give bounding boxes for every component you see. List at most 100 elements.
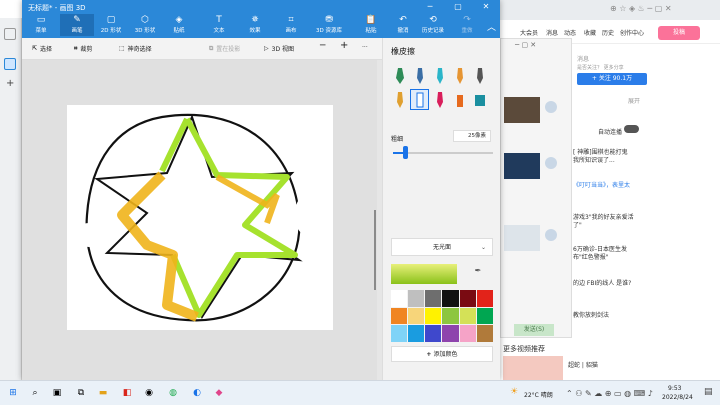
eyedropper-icon[interactable]: ✒	[471, 266, 485, 280]
ribbon-shape2d-button[interactable]: ▢ 2D 形状	[94, 14, 128, 36]
palette-swatch[interactable]	[408, 290, 425, 307]
ribbon-sticker-button[interactable]: ◈ 贴纸	[162, 14, 196, 36]
view-3d-button[interactable]: ▷ 3D 视图	[264, 44, 294, 53]
zoom-in-button[interactable]: +	[340, 40, 348, 51]
ribbon-canvas-button[interactable]: ⌗ 画布	[274, 14, 308, 36]
autoplay-toggle[interactable]	[624, 125, 639, 133]
palette-swatch[interactable]	[391, 290, 408, 307]
nav-favorites[interactable]: 收藏	[584, 28, 596, 37]
magic-select-button[interactable]: ⬚ 神奇选择	[119, 44, 152, 53]
palette-swatch[interactable]	[408, 307, 425, 325]
ribbon-history-button[interactable]: ⟲ 历史记录	[416, 14, 450, 36]
ribbon-paste-button[interactable]: 📋 粘贴	[354, 14, 388, 36]
palette-swatch[interactable]	[408, 325, 425, 342]
browser-tab-icons[interactable]: ⊕ ☆ ◈ ♨ ─ ▢ ✕	[610, 4, 672, 13]
chat-window-controls[interactable]: ─ ▢ ✕	[515, 41, 536, 49]
scroll-thumb[interactable]	[374, 210, 376, 290]
palette-swatch[interactable]	[442, 290, 459, 307]
palette-swatch[interactable]	[476, 325, 493, 342]
palette-swatch[interactable]	[425, 307, 442, 325]
pixel-pen-brush[interactable]	[471, 66, 488, 85]
palette-swatch[interactable]	[476, 307, 493, 325]
eraser-brush[interactable]	[410, 89, 429, 110]
add-tab-icon[interactable]: +	[6, 78, 14, 89]
palette-swatch[interactable]	[425, 325, 442, 342]
rec-item-7[interactable]: 超蛇 | 貂猫	[568, 360, 598, 369]
pencil-brush[interactable]	[391, 90, 408, 109]
nav-history[interactable]: 历史	[602, 28, 614, 37]
thickness-slider-thumb[interactable]	[403, 146, 408, 159]
clock-time[interactable]: 9:53	[668, 385, 681, 392]
nav-vip[interactable]: 大会员	[520, 28, 538, 37]
palette-swatch[interactable]	[442, 307, 459, 325]
drawing-canvas[interactable]	[67, 105, 333, 330]
thickness-value[interactable]: 25像素	[453, 130, 491, 142]
tray-icons[interactable]: ⌃ ⚇ ✎ ☁ ⊕ ▭ ◍ ⌨ ♪	[566, 389, 653, 398]
clock-date[interactable]: 2022/8/24	[662, 394, 693, 401]
marker-brush[interactable]	[391, 66, 408, 85]
oil-brush[interactable]	[431, 66, 448, 85]
rec-item-3[interactable]: 游戏3"我的好友亲爱活	[573, 212, 634, 221]
select-button[interactable]: ⇱ 选择	[32, 44, 52, 53]
rec-item-1b[interactable]: 我所知识误了...	[573, 155, 615, 164]
ribbon-brush-button[interactable]: ✎ 画笔	[60, 14, 94, 36]
search-icon[interactable]: ⌕	[28, 386, 42, 400]
taskview-alt-icon[interactable]: ⧉	[74, 386, 88, 400]
rec-item-2[interactable]: 《叮叮当当》，表里太	[573, 180, 630, 189]
upload-button[interactable]: 投稿	[658, 26, 700, 40]
weather-text[interactable]: 22°C 晴朗	[524, 390, 553, 399]
paint3d-taskbar-icon[interactable]: ◆	[212, 386, 226, 400]
file-explorer-icon[interactable]: ▬	[96, 386, 110, 400]
ribbon-shape3d-button[interactable]: ⬡ 3D 形状	[128, 14, 162, 36]
add-color-button[interactable]: + 添加颜色	[391, 346, 493, 362]
rec-item-6[interactable]: 教你放刺剑法	[573, 310, 609, 319]
finish-dropdown[interactable]: 无光面 ⌄	[391, 238, 493, 256]
workspace-icon[interactable]	[4, 58, 16, 70]
nav-messages[interactable]: 消息	[546, 28, 558, 37]
edge-icon[interactable]: ◐	[190, 386, 204, 400]
maximize-button[interactable]: ▢	[444, 0, 472, 14]
palette-swatch[interactable]	[425, 290, 442, 307]
palette-swatch[interactable]	[391, 325, 408, 342]
palette-swatch[interactable]	[459, 307, 476, 325]
menu-button[interactable]: ▭ 菜单	[26, 14, 56, 36]
expand-link[interactable]: 展开	[628, 96, 640, 105]
rec-item-3b[interactable]: 了"	[573, 220, 582, 229]
rec-item-4b[interactable]: 布"红色警报"	[573, 252, 609, 261]
send-button[interactable]: 发送(S)	[514, 324, 554, 336]
palette-swatch[interactable]	[391, 307, 408, 325]
vertical-scrollbar[interactable]	[374, 150, 377, 350]
ribbon-library-button[interactable]: ⛃ 3D 资源库	[312, 14, 346, 36]
nav-creator[interactable]: 创作中心	[620, 28, 644, 37]
watercolor-brush[interactable]	[451, 66, 468, 85]
close-button[interactable]: ✕	[472, 0, 500, 14]
steam-icon[interactable]: ◉	[142, 386, 156, 400]
chat-app-icon[interactable]: ◍	[166, 386, 180, 400]
calligraphy-pen-brush[interactable]	[411, 66, 428, 85]
spray-can-brush[interactable]	[451, 90, 468, 109]
crop-button[interactable]: ⌗ 裁剪	[74, 44, 92, 54]
chat-thumb-1[interactable]	[504, 97, 540, 123]
start-icon[interactable]: ⊞	[6, 386, 20, 400]
office-icon[interactable]: ◧	[120, 386, 134, 400]
minimize-button[interactable]: ─	[416, 0, 444, 14]
notification-icon[interactable]: ▤	[704, 387, 713, 397]
video-thumbnail[interactable]	[503, 356, 563, 380]
follow-button[interactable]: + 关注 90.1万	[577, 73, 647, 85]
palette-swatch[interactable]	[459, 290, 476, 307]
palette-swatch[interactable]	[442, 325, 459, 342]
task-view-icon[interactable]: ▣	[50, 386, 64, 400]
put-3d-button[interactable]: ⧉ 置在投影	[209, 44, 240, 54]
crayon-brush[interactable]	[431, 90, 448, 109]
thickness-slider-track[interactable]	[393, 152, 493, 154]
ribbon-redo-button[interactable]: ↷ 重做	[450, 14, 484, 36]
ribbon-text-button[interactable]: T 文本	[202, 14, 236, 36]
palette-swatch[interactable]	[476, 290, 493, 307]
ribbon-undo-button[interactable]: ↶ 撤消	[386, 14, 420, 36]
current-color-swatch[interactable]	[391, 264, 457, 284]
chat-thumb-3[interactable]	[504, 225, 540, 251]
nav-dynamic[interactable]: 动态	[564, 28, 576, 37]
tab-icon[interactable]	[4, 28, 16, 40]
more-button[interactable]: ···	[362, 44, 368, 51]
rec-item-5[interactable]: 的边 FBI的线人 是谁?	[573, 278, 631, 287]
